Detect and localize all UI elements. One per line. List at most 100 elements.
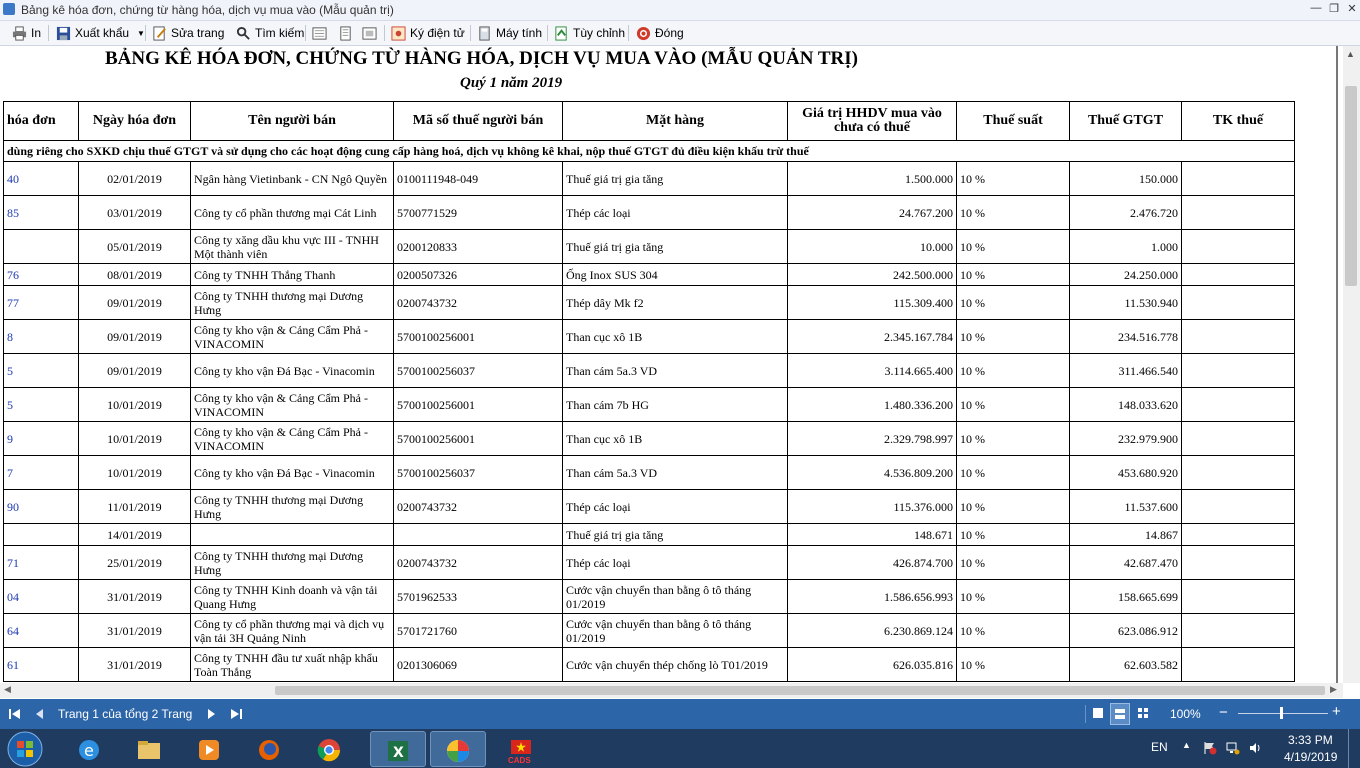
- seller-tax-id-cell: 5700771529: [393, 195, 563, 230]
- scroll-left-icon[interactable]: ◀: [4, 684, 11, 695]
- horizontal-scroll-thumb[interactable]: [275, 686, 1325, 695]
- digital-signature-icon: [391, 25, 406, 41]
- invoice-no-cell: 9: [3, 421, 79, 456]
- restore-button[interactable]: ❐: [1326, 2, 1342, 15]
- table-row: 85 03/01/2019 Công ty cổ phần thương mại C…: [3, 195, 1295, 230]
- network-icon[interactable]: [1226, 741, 1240, 755]
- firefox-icon: [259, 740, 279, 760]
- vat-cell: 158.665.699: [1069, 579, 1182, 614]
- tax-account-cell: [1181, 455, 1295, 490]
- taskbar-explorer[interactable]: [122, 731, 178, 767]
- section-row: dùng riêng cho SXKD chịu thuế GTGT và sử…: [3, 140, 1295, 162]
- table-row: 90 11/01/2019 Công ty TNHH thương mại Dươn…: [3, 489, 1295, 524]
- scroll-up-icon[interactable]: ▲: [1346, 49, 1355, 59]
- edit-page-label: Sửa trang: [171, 26, 225, 40]
- invoice-no-cell: 85: [3, 195, 79, 230]
- chevron-down-icon[interactable]: ▼: [137, 29, 145, 38]
- tax-account-cell: [1181, 421, 1295, 456]
- close-report-button[interactable]: Đóng: [636, 24, 684, 42]
- start-button-icon[interactable]: [6, 730, 44, 768]
- item-cell: Cước vận chuyển thép chống lò T01/2019: [562, 647, 788, 682]
- seller-name-cell: Công ty kho vận Đá Bạc - Vinacomin: [190, 455, 394, 490]
- export-button[interactable]: Xuất khẩu ▼: [56, 24, 145, 42]
- vat-cell: 24.250.000: [1069, 263, 1182, 286]
- horizontal-scrollbar[interactable]: ◀ ▶: [0, 683, 1343, 698]
- tax-rate-cell: 10 %: [956, 579, 1070, 614]
- value-cell: 115.376.000: [787, 489, 957, 524]
- close-window-button[interactable]: ✕: [1344, 2, 1360, 15]
- seller-name-cell: Ngân hàng Vietinbank - CN Ngô Quyền: [190, 161, 394, 196]
- calculator-button[interactable]: Máy tính: [477, 24, 542, 42]
- invoice-no-cell: 76: [3, 263, 79, 286]
- continuous-view-button[interactable]: [1110, 703, 1130, 725]
- zoom-slider-thumb[interactable]: [1280, 707, 1283, 719]
- next-page-icon[interactable]: [204, 707, 218, 721]
- invoice-no-cell: 04: [3, 579, 79, 614]
- seller-name-cell: Công ty xăng dầu khu vực III - TNHH Một …: [190, 229, 394, 264]
- clock-date[interactable]: 4/19/2019: [1284, 750, 1337, 764]
- seller-tax-id-cell: 5700100256001: [393, 421, 563, 456]
- show-hidden-icons-icon[interactable]: ▲: [1182, 740, 1191, 750]
- taskbar-chrome[interactable]: [302, 731, 358, 767]
- language-indicator[interactable]: EN: [1151, 740, 1168, 754]
- invoice-no-cell: 71: [3, 545, 79, 580]
- clock-time[interactable]: 3:33 PM: [1288, 733, 1333, 747]
- zoom-out-button[interactable]: −: [1219, 704, 1228, 721]
- invoice-date-cell: 09/01/2019: [78, 285, 191, 320]
- invoice-no-cell: 77: [3, 285, 79, 320]
- last-page-icon[interactable]: [229, 707, 243, 721]
- volume-icon[interactable]: [1248, 741, 1262, 755]
- col-tax-account: TK thuế: [1181, 101, 1295, 141]
- whole-page-button[interactable]: [362, 24, 381, 42]
- sign-button[interactable]: Ký điện tử: [391, 24, 465, 42]
- tax-account-cell: [1181, 579, 1295, 614]
- value-cell: 2.345.167.784: [787, 319, 957, 354]
- tax-rate-cell: 10 %: [956, 613, 1070, 648]
- tax-rate-cell: 10 %: [956, 285, 1070, 320]
- page-width-button[interactable]: [338, 24, 357, 42]
- value-cell: 1.500.000: [787, 161, 957, 196]
- table-row: 9 10/01/2019 Công ty kho vận & Cảng Cẩm Ph…: [3, 421, 1295, 456]
- taskbar-accounting-app[interactable]: [430, 731, 486, 767]
- print-button[interactable]: In: [12, 24, 41, 42]
- seller-tax-id-cell: 0200743732: [393, 489, 563, 524]
- invoice-date-cell: 09/01/2019: [78, 353, 191, 388]
- item-cell: Thép các loại: [562, 545, 788, 580]
- edit-page-button[interactable]: Sửa trang: [152, 24, 224, 42]
- zoom-slider-track[interactable]: [1238, 713, 1328, 714]
- scroll-right-icon[interactable]: ▶: [1330, 684, 1337, 695]
- prev-page-icon[interactable]: [33, 707, 47, 721]
- seller-name-cell: Công ty kho vận & Cảng Cẩm Phả - VINACOM…: [190, 387, 394, 422]
- taskbar-cads[interactable]: CADS: [494, 731, 550, 767]
- show-desktop-button[interactable]: [1348, 729, 1360, 768]
- search-button[interactable]: Tìm kiếm: [236, 24, 304, 42]
- multi-page-view-icon[interactable]: [1137, 707, 1149, 719]
- minimize-button[interactable]: —: [1308, 2, 1324, 14]
- single-page-view-icon[interactable]: [1092, 707, 1104, 719]
- value-cell: 4.536.809.200: [787, 455, 957, 490]
- taskbar-excel[interactable]: X: [370, 731, 426, 767]
- item-cell: Than cám 5a.3 VD: [562, 455, 788, 490]
- seller-name-cell: Công ty TNHH thương mại Dương Hưng: [190, 285, 394, 320]
- action-center-flag-icon[interactable]: [1203, 741, 1217, 755]
- single-page-view-button[interactable]: [312, 24, 331, 42]
- zoom-in-button[interactable]: +: [1332, 703, 1341, 720]
- seller-tax-id-cell: 0200743732: [393, 285, 563, 320]
- taskbar-media-player[interactable]: [182, 731, 238, 767]
- vertical-scrollbar[interactable]: ▲: [1343, 46, 1360, 683]
- page-width-icon: [340, 25, 351, 41]
- options-button[interactable]: Tùy chỉnh: [554, 24, 625, 42]
- report-viewer[interactable]: BẢNG KÊ HÓA ĐƠN, CHỨNG TỪ HÀNG HÓA, DỊCH…: [0, 46, 1343, 683]
- folder-icon: [138, 741, 160, 759]
- continuous-view-icon: [1115, 709, 1125, 719]
- taskbar-ie[interactable]: e: [62, 731, 118, 767]
- taskbar-firefox[interactable]: [242, 731, 298, 767]
- first-page-icon[interactable]: [8, 707, 22, 721]
- invoice-no-cell: [3, 229, 79, 264]
- seller-tax-id-cell: 0100111948-049: [393, 161, 563, 196]
- table-row: 71 25/01/2019 Công ty TNHH thương mại Dươn…: [3, 545, 1295, 580]
- invoice-date-cell: 10/01/2019: [78, 421, 191, 456]
- vat-cell: 148.033.620: [1069, 387, 1182, 422]
- zoom-level: 100%: [1170, 707, 1201, 721]
- vertical-scroll-thumb[interactable]: [1345, 86, 1357, 286]
